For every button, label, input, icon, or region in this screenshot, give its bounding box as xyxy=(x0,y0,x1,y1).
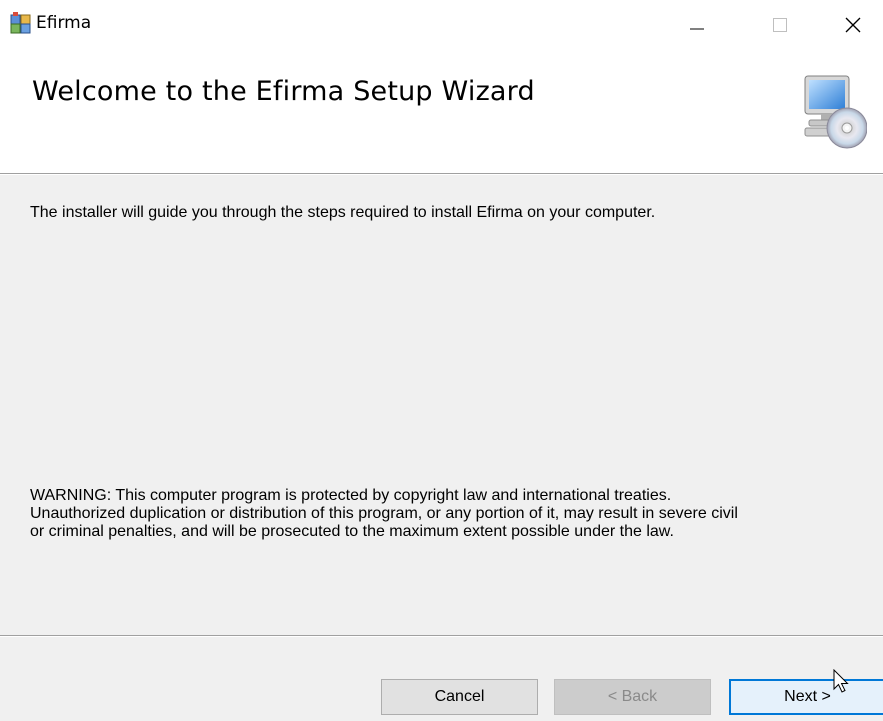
warning-line: Unauthorized duplication or distribution… xyxy=(30,505,738,522)
minimize-icon xyxy=(689,17,705,33)
close-button[interactable] xyxy=(825,0,881,50)
wizard-header: Welcome to the Efirma Setup Wizard xyxy=(0,58,883,173)
cancel-button[interactable]: Cancel xyxy=(381,679,538,715)
installer-package-icon xyxy=(10,12,32,34)
wizard-footer: Cancel < Back Next > xyxy=(0,637,883,721)
maximize-button[interactable] xyxy=(752,0,808,50)
wizard-body: The installer will guide you through the… xyxy=(0,175,883,635)
window-title: Efirma xyxy=(36,13,92,33)
setup-wizard-window: Efirma Welcome to the Efirma Setup Wizar… xyxy=(0,0,883,721)
page-title: Welcome to the Efirma Setup Wizard xyxy=(32,76,535,107)
maximize-icon xyxy=(772,17,788,33)
intro-text: The installer will guide you through the… xyxy=(30,204,656,221)
minimize-button[interactable] xyxy=(669,0,725,50)
warning-line: or criminal penalties, and will be prose… xyxy=(30,523,674,540)
title-bar[interactable]: Efirma xyxy=(0,0,883,58)
back-button[interactable]: < Back xyxy=(554,679,711,715)
copyright-warning: WARNING: This computer program is protec… xyxy=(30,487,870,541)
warning-line: WARNING: This computer program is protec… xyxy=(30,487,672,504)
computer-cd-icon xyxy=(803,72,868,152)
close-icon xyxy=(844,16,862,34)
next-button[interactable]: Next > xyxy=(729,679,883,715)
